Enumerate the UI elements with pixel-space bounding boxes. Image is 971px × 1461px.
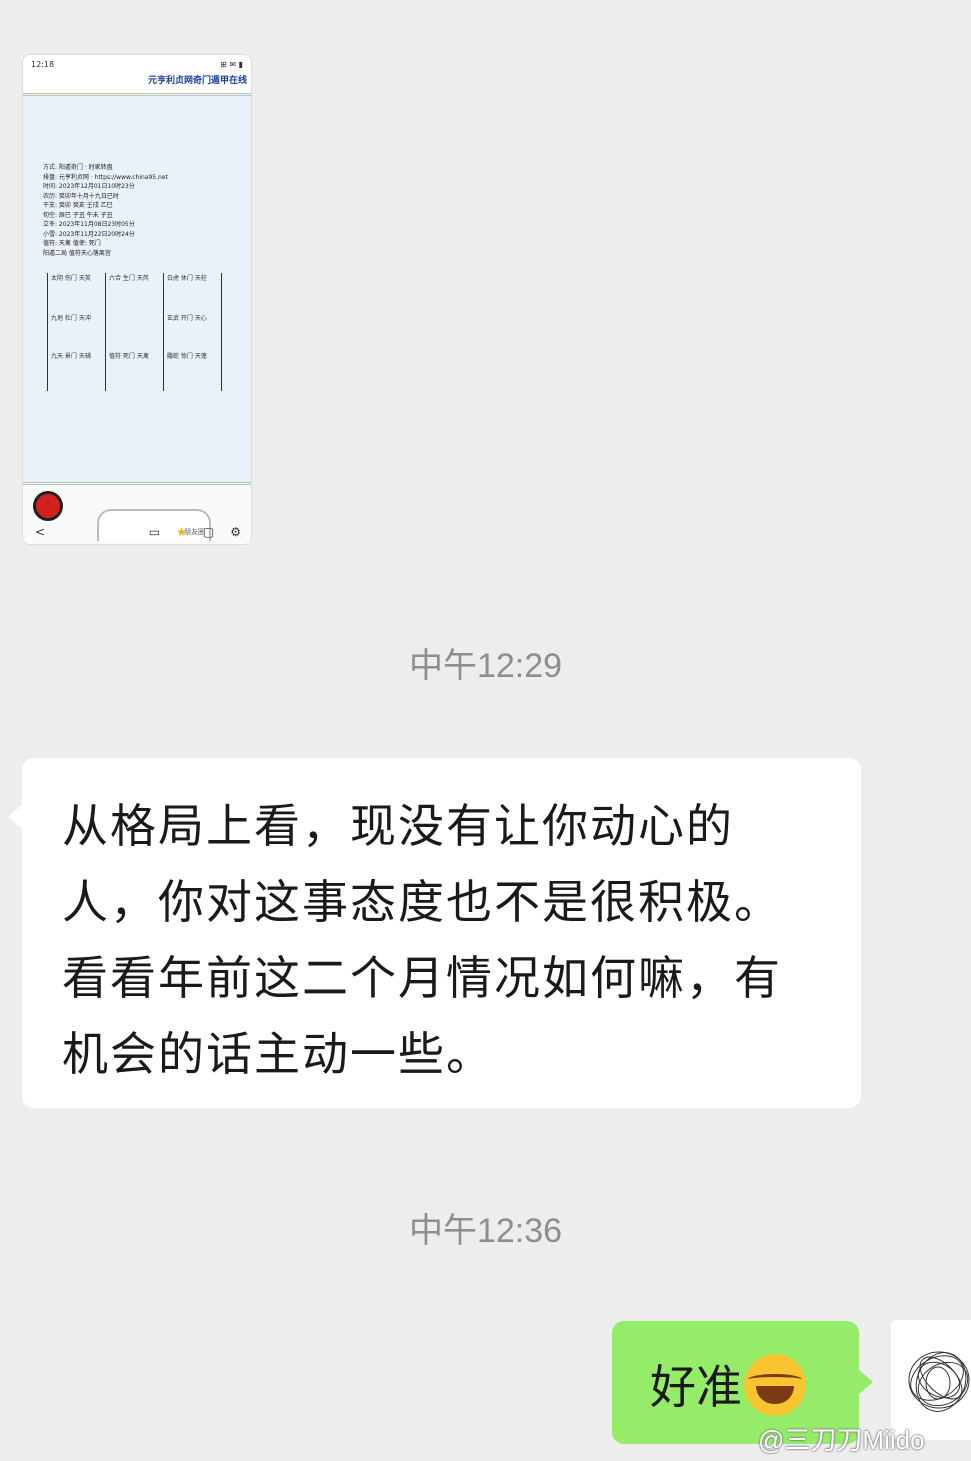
shared-screenshot-thumbnail[interactable]: 12:18 ⊞ ✉ ▮ 元亨利贞网奇门遁甲在线 方式: 阳遁奇门 · 时家转盘 … [22,54,252,545]
share-icon: ▢ [202,525,215,539]
info-line: 时间: 2023年12月01日10时23分 [43,183,135,190]
info-line: 阳遁二局 值符天心落离宫 [43,249,111,257]
message-line: 看看年前这二个月情况如何嘛，有 [62,951,782,1005]
grid-cell: 太阴 伤门 天英 [51,275,91,282]
received-message-bubble[interactable]: 从格局上看，现没有让你动心的 人，你对这事态度也不是很积极。 看看年前这二个月情… [8,758,861,1108]
message-line: 人，你对这事态度也不是很积极。 [62,875,782,929]
grid-cell: 九地 杜门 天冲 [51,315,91,322]
laughing-tears-emoji-icon [744,1353,806,1416]
info-line: 立冬: 2023年11月08日23时05分 [43,221,135,228]
info-line: 小雪: 2023年11月22日20时24分 [43,230,135,238]
grid-line [221,273,222,391]
grid-cell: 玄武 开门 天心 [167,315,207,322]
timestamp: 中午12:29 [408,647,563,685]
thumbnail-status-bar: 12:18 ⊞ ✉ ▮ [23,55,251,73]
grid-line [105,273,106,391]
settings-icon: ⚙ [230,525,241,539]
thumbnail-nav-bar: < ▭ ★ ▢ ⚙ [23,520,251,544]
grid-line [47,273,48,391]
message-line: 从格局上看，现没有让你动心的 [62,799,734,853]
grid-line [163,273,164,391]
comment-icon: ▭ [148,525,161,539]
info-line: 农历: 癸卯年十月十九日巳时 [43,192,119,200]
timestamp: 中午12:36 [408,1212,563,1250]
info-line: 旬空: 辰巳 子丑 午未 子丑 [43,211,113,219]
message-line: 机会的话主动一些。 [62,1027,494,1081]
grid-cell [109,315,161,351]
info-line: 方式: 阳遁奇门 · 时家转盘 [43,164,113,171]
message-text: 好准 [650,1360,742,1414]
grid-cell: 螣蛇 惊门 天蓬 [167,353,207,360]
dragon-logo-icon [33,491,63,521]
grid-cell: 值符 死门 天禽 [109,353,149,360]
thumbnail-status-icons: ⊞ ✉ ▮ [220,59,243,69]
thumbnail-qimen-grid: 太阴 伤门 天英 六合 生门 天芮 白虎 休门 天柱 九地 杜门 天冲 玄武 开… [47,273,225,391]
info-line: 值符: 天禽 值使: 死门 [43,240,101,247]
weibo-watermark: @三刀刀Miido [758,1425,925,1455]
grid-cell: 白虎 休门 天柱 [167,275,207,282]
grid-cell: 九天 景门 天辅 [51,353,91,360]
thumbnail-info-lines: 方式: 阳遁奇门 · 时家转盘 排盘: 元亨利贞网 · https://www.… [43,163,233,258]
star-icon: ★ [176,525,187,539]
grid-cell: 六合 生门 天芮 [109,275,149,282]
info-line: 排盘: 元亨利贞网 · https://www.china95.net [43,173,168,181]
back-icon: < [35,525,46,539]
thumbnail-status-time: 12:18 [31,59,55,69]
thumbnail-page-title: 元亨利贞网奇门遁甲在线 [147,76,247,86]
info-line: 干支: 癸卯 癸亥 壬戌 乙巳 [43,202,113,209]
